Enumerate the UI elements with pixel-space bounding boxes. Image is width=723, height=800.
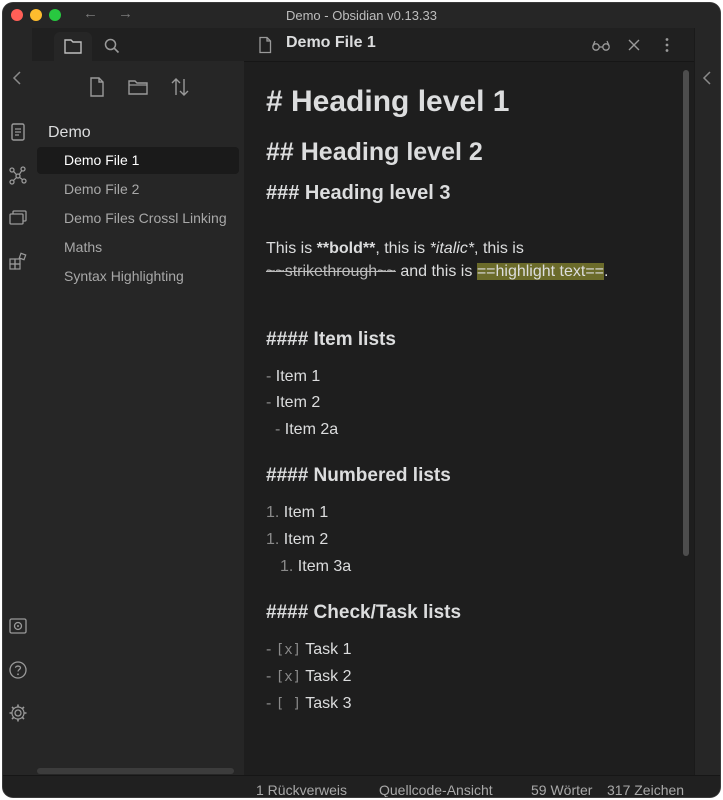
backlinks-count[interactable]: 1 Rückverweis: [256, 782, 347, 797]
graph-view-icon[interactable]: [8, 165, 28, 185]
more-options-icon[interactable]: [658, 36, 676, 54]
new-folder-icon[interactable]: [127, 76, 149, 98]
list-marker: 1.: [266, 531, 284, 548]
list-item-text: Item 2: [275, 394, 321, 411]
sidebar-tab-bar: [32, 28, 244, 61]
close-tab-icon[interactable]: [625, 36, 643, 54]
heading-item-lists[interactable]: #### Item lists: [266, 329, 396, 351]
heading-1[interactable]: # Heading level 1: [266, 85, 509, 119]
plugins-icon[interactable]: [8, 251, 28, 271]
collapse-left-icon[interactable]: [8, 68, 28, 88]
list-item[interactable]: - Item 2a: [275, 421, 338, 439]
task-item[interactable]: - [x] Task 1: [266, 641, 351, 659]
text: .: [604, 263, 609, 280]
strikethrough-text: ~~strikethrough~~: [266, 263, 396, 280]
search-icon[interactable]: [103, 37, 121, 55]
status-bar: 1 Rückverweis Quellcode-Ansicht 59 Wörte…: [3, 775, 720, 797]
list-item-text: Item 3a: [297, 558, 352, 575]
slides-icon[interactable]: [8, 208, 28, 228]
task-checkbox: [x]: [275, 642, 302, 658]
editor-header: Demo File 1: [244, 28, 694, 62]
text: , this is: [474, 240, 524, 257]
reading-view-icon[interactable]: [591, 36, 610, 54]
paragraph-line-1[interactable]: This is **bold**, this is *italic*, this…: [266, 240, 524, 258]
list-item-text: Item 1: [275, 368, 321, 385]
list-marker: 1.: [266, 504, 284, 521]
app-window: ← → Demo - Obsidian v0.13.33 Demo Demo F…: [3, 3, 720, 797]
task-item-text: Task 1: [305, 641, 352, 658]
help-icon[interactable]: [8, 660, 28, 680]
list-item-text: Item 2: [283, 531, 329, 548]
list-item-text: Item 2a: [284, 421, 339, 438]
list-item[interactable]: - Item 1: [266, 368, 320, 386]
expand-right-icon[interactable]: [698, 68, 718, 88]
vault-icon[interactable]: [8, 616, 28, 636]
list-item[interactable]: 1. Item 2: [266, 531, 328, 549]
paragraph-line-2[interactable]: ~~strikethrough~~ and this is ==highligh…: [266, 263, 608, 281]
window-title: Demo - Obsidian v0.13.33: [285, 8, 438, 23]
settings-gear-icon[interactable]: [8, 703, 28, 723]
title-bar: ← → Demo - Obsidian v0.13.33: [3, 3, 720, 29]
task-item-text: Task 3: [305, 695, 352, 712]
file-explorer-panel: Demo Demo File 1 Demo File 2 Demo Files …: [32, 28, 244, 775]
file-item[interactable]: Maths: [37, 234, 239, 261]
right-sidebar-strip: [694, 28, 720, 775]
list-item-text: Item 1: [283, 504, 329, 521]
text: and this is: [395, 263, 477, 280]
view-mode[interactable]: Quellcode-Ansicht: [379, 782, 493, 797]
word-count: 59 Wörter: [531, 782, 593, 797]
list-marker: -: [266, 695, 276, 712]
editor-pane: Demo File 1 # Heading level 1 ## Heading…: [244, 28, 694, 775]
text: , this is: [375, 240, 430, 257]
file-item[interactable]: Syntax Highlighting: [37, 263, 239, 290]
task-checkbox: [ ]: [275, 696, 302, 712]
heading-2[interactable]: ## Heading level 2: [266, 138, 483, 167]
file-item[interactable]: Demo File 1: [37, 147, 239, 174]
editor-title[interactable]: Demo File 1: [286, 34, 376, 52]
bold-text: **bold**: [316, 240, 376, 257]
highlight-text: ==highlight text==: [476, 263, 605, 280]
list-marker: 1.: [280, 558, 298, 575]
left-ribbon: [3, 28, 33, 775]
char-count: 317 Zeichen: [607, 782, 685, 797]
list-marker: -: [266, 668, 276, 685]
list-marker: -: [275, 421, 285, 438]
quick-switcher-icon[interactable]: [8, 122, 28, 142]
new-file-icon[interactable]: [86, 76, 108, 98]
editor-scrollbar[interactable]: [683, 70, 689, 556]
list-item[interactable]: 1. Item 1: [266, 504, 328, 522]
list-marker: -: [266, 641, 276, 658]
task-checkbox: [x]: [275, 669, 302, 685]
vault-name[interactable]: Demo: [48, 124, 91, 142]
heading-task-lists[interactable]: #### Check/Task lists: [266, 602, 461, 624]
sort-icon[interactable]: [169, 76, 191, 98]
task-item-text: Task 2: [305, 668, 352, 685]
sidebar-scrollbar[interactable]: [37, 768, 234, 774]
file-icon: [256, 36, 274, 54]
file-item[interactable]: Demo Files Crossl Linking: [37, 205, 239, 232]
heading-3[interactable]: ### Heading level 3: [266, 182, 451, 205]
list-item[interactable]: 1. Item 3a: [280, 558, 351, 576]
text: This is: [266, 240, 317, 257]
task-item[interactable]: - [x] Task 2: [266, 668, 351, 686]
task-item[interactable]: - [ ] Task 3: [266, 695, 351, 713]
list-marker: -: [266, 368, 276, 385]
list-marker: -: [266, 394, 276, 411]
italic-text: *italic*: [429, 240, 475, 257]
file-item[interactable]: Demo File 2: [37, 176, 239, 203]
list-item[interactable]: - Item 2: [266, 394, 320, 412]
file-explorer-tab[interactable]: [54, 32, 92, 61]
heading-numbered-lists[interactable]: #### Numbered lists: [266, 465, 451, 487]
